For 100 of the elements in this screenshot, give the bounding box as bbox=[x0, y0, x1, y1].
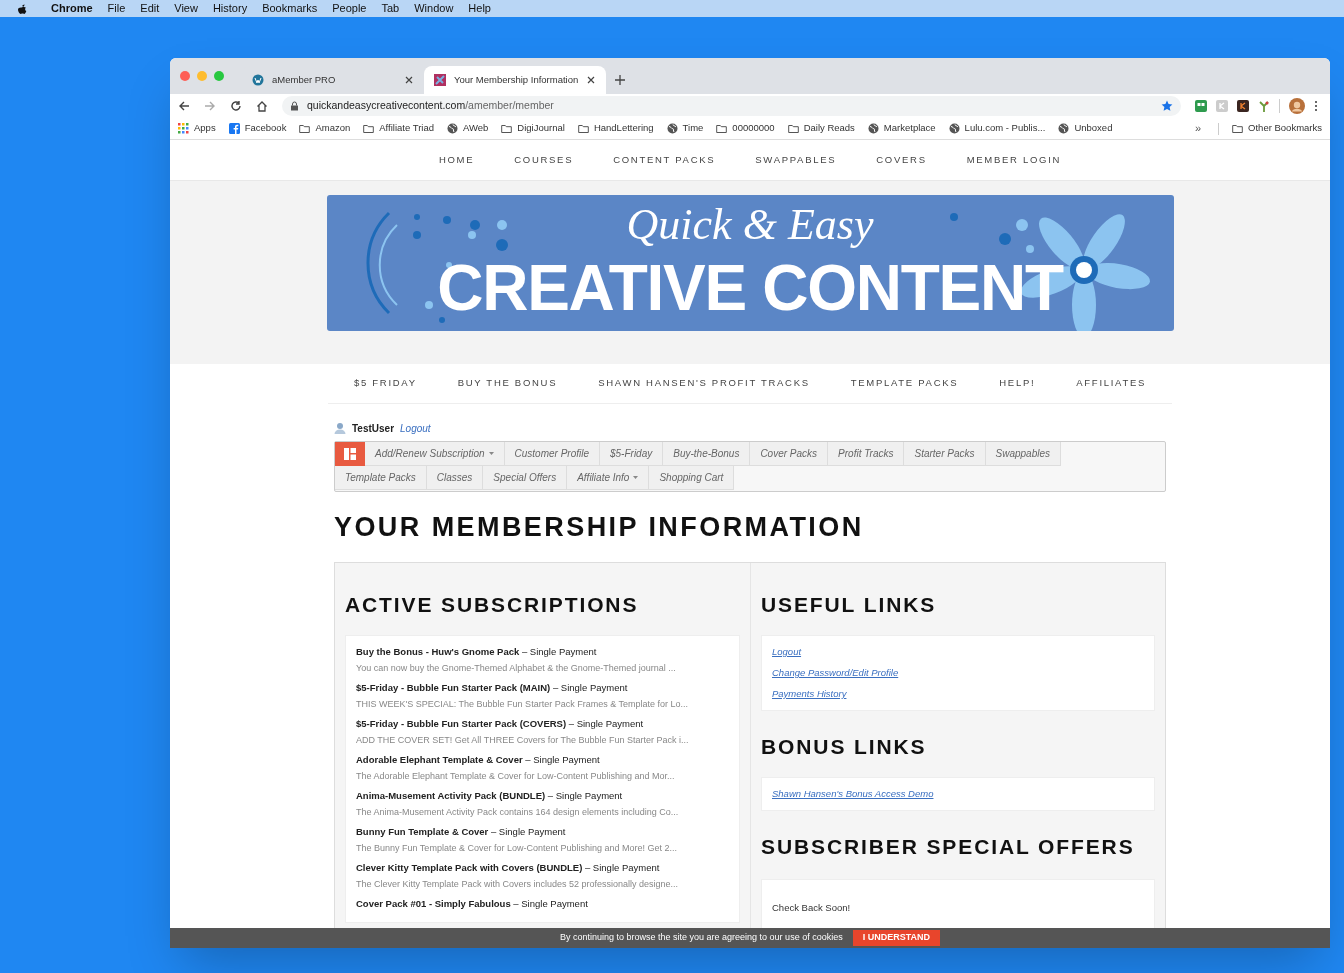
nav-link[interactable]: HELP! bbox=[999, 376, 1036, 391]
facebook-icon bbox=[228, 123, 240, 134]
menu-tab[interactable]: $5-Friday bbox=[600, 442, 664, 466]
menu-item[interactable]: Edit bbox=[140, 0, 160, 17]
menu-tab[interactable]: Profit Tracks bbox=[828, 442, 905, 466]
subscription-description: The Clever Kitty Template Pack with Covers includes 52 professionally designe... bbox=[356, 878, 679, 891]
back-icon[interactable] bbox=[178, 100, 190, 112]
section-title: SUBSCRIBER SPECIAL OFFERS bbox=[761, 834, 1136, 860]
link[interactable]: Logout bbox=[772, 644, 1144, 660]
nav-link[interactable]: COVERS bbox=[876, 152, 927, 168]
bookmark-item[interactable]: Other Bookmarks bbox=[1232, 121, 1322, 136]
browser-tab[interactable]: Your Membership Information bbox=[424, 66, 606, 94]
address-bar[interactable]: quickandeasycreativecontent.com/amember/member bbox=[282, 96, 1181, 116]
bookmark-item[interactable]: Time bbox=[666, 121, 704, 136]
avatar-icon[interactable] bbox=[1289, 98, 1305, 114]
tab-title: Your Membership Information bbox=[454, 72, 579, 87]
bookmark-item[interactable]: AWeb bbox=[447, 121, 489, 136]
menu-tab[interactable]: Classes bbox=[426, 466, 484, 490]
extension-icon[interactable] bbox=[1237, 100, 1249, 112]
folder-icon bbox=[299, 123, 311, 134]
site-favicon bbox=[434, 74, 446, 86]
bookmark-item[interactable]: Unboxed bbox=[1058, 121, 1113, 136]
folder-icon bbox=[363, 123, 375, 134]
nav-link[interactable]: SWAPPABLES bbox=[755, 152, 837, 168]
home-icon[interactable] bbox=[256, 100, 268, 112]
nav-link[interactable]: COURSES bbox=[514, 152, 574, 168]
menu-tab[interactable]: Customer Profile bbox=[504, 442, 600, 466]
nav-link[interactable]: SHAWN HANSEN'S PROFIT TRACKS bbox=[598, 376, 810, 391]
star-icon[interactable] bbox=[1161, 100, 1173, 112]
extension-icon[interactable] bbox=[1195, 100, 1207, 112]
bookmark-item[interactable]: DigiJournal bbox=[501, 121, 565, 136]
link[interactable]: Shawn Hansen's Bonus Access Demo bbox=[772, 786, 1144, 802]
nav-link[interactable]: TEMPLATE PACKS bbox=[850, 376, 959, 391]
menu-item[interactable]: Bookmarks bbox=[262, 0, 318, 17]
menu-tab[interactable]: Buy-the-Bonus bbox=[663, 442, 751, 466]
bookmark-item[interactable]: Apps bbox=[178, 121, 216, 136]
banner-title: CREATIVE CONTENT bbox=[437, 253, 1063, 323]
menu-icon[interactable] bbox=[1314, 100, 1318, 112]
link[interactable]: Change Password/Edit Profile bbox=[772, 665, 1144, 681]
grid-icon bbox=[344, 448, 356, 460]
logout-link[interactable]: Logout bbox=[400, 420, 431, 436]
menu-item[interactable]: People bbox=[332, 0, 367, 17]
subscription-title: $5-Friday - Bubble Fun Starter Pack (MAIN) – Single Payment bbox=[356, 681, 629, 695]
menu-item[interactable]: File bbox=[107, 0, 126, 17]
nav-link[interactable]: AFFILIATES bbox=[1076, 376, 1147, 391]
wordpress-icon bbox=[252, 74, 264, 86]
nav-link[interactable]: HOME bbox=[438, 152, 475, 168]
bookmark-item[interactable]: Facebook bbox=[228, 121, 287, 136]
tab-title: aMember PRO bbox=[272, 72, 337, 87]
folder-icon bbox=[577, 123, 589, 134]
section-title: ACTIVE SUBSCRIPTIONS bbox=[345, 592, 640, 618]
menu-tab[interactable]: Special Offers bbox=[483, 466, 568, 490]
subscription-description: The Adorable Elephant Template & Cover for Low-Content Publishing and Mor... bbox=[356, 770, 676, 783]
folder-icon bbox=[787, 123, 799, 134]
overflow-chevron[interactable]: » bbox=[1194, 120, 1202, 137]
subscription-description: The Bunny Fun Template & Cover for Low-Content Publishing and More! Get 2... bbox=[356, 842, 678, 855]
link[interactable]: Payments History bbox=[772, 686, 1144, 702]
menu-item[interactable]: Tab bbox=[381, 0, 400, 17]
bookmark-item[interactable]: Daily Reads bbox=[787, 121, 855, 136]
subscription-title: Cover Pack #01 - Simply Fabulous – Single Payment bbox=[356, 897, 589, 911]
menu-tab[interactable]: Swappables bbox=[985, 442, 1061, 466]
bookmark-item[interactable]: HandLettering bbox=[577, 121, 654, 136]
bookmark-item[interactable]: Lulu.com - Publis... bbox=[948, 121, 1046, 136]
menu-tab[interactable]: Affiliate Info bbox=[567, 466, 650, 490]
menu-item[interactable]: Chrome bbox=[51, 0, 93, 17]
menu-item[interactable]: View bbox=[174, 0, 198, 17]
globe-icon bbox=[948, 123, 960, 134]
menu-item[interactable]: History bbox=[212, 0, 248, 17]
username: TestUser bbox=[352, 421, 395, 436]
reload-icon[interactable] bbox=[230, 100, 242, 112]
bookmark-item[interactable]: 00000000 bbox=[716, 121, 775, 136]
folder-icon bbox=[501, 123, 513, 134]
menu-toggle[interactable] bbox=[335, 442, 365, 466]
forward-icon[interactable] bbox=[204, 100, 216, 112]
subscription-description: You can now buy the Gnome-Themed Alphabet & the Gnome-Themed journal ... bbox=[356, 662, 677, 675]
section-title: BONUS LINKS bbox=[761, 734, 928, 760]
menu-tab[interactable]: Shopping Cart bbox=[649, 466, 735, 490]
nav-link[interactable]: CONTENT PACKS bbox=[613, 152, 716, 168]
subscription-title: $5-Friday - Bubble Fun Starter Pack (COVERS) – Single Payment bbox=[356, 717, 645, 731]
bookmark-item[interactable]: Marketplace bbox=[867, 121, 936, 136]
subscription-description: ADD THE COVER SET! Get All THREE Covers for The Bubble Fun Starter Pack i... bbox=[356, 734, 690, 747]
new-tab-icon[interactable] bbox=[614, 74, 626, 86]
menu-tab[interactable]: Add/Renew Subscription bbox=[365, 442, 505, 466]
bookmark-item[interactable]: Amazon bbox=[299, 121, 351, 136]
menu-tab[interactable]: Cover Packs bbox=[750, 442, 829, 466]
section-title: USEFUL LINKS bbox=[761, 592, 938, 618]
close-icon bbox=[404, 75, 414, 85]
nav-link[interactable]: $5 FRIDAY bbox=[353, 376, 417, 391]
subscription-title: Bunny Fun Template & Cover – Single Payment bbox=[356, 825, 567, 839]
extension-icon[interactable] bbox=[1258, 100, 1270, 112]
menu-tab[interactable]: Starter Packs bbox=[904, 442, 986, 466]
accept-button[interactable]: I UNDERSTAND bbox=[852, 930, 940, 946]
menu-tab[interactable]: Template Packs bbox=[335, 466, 427, 490]
menu-item[interactable]: Help bbox=[468, 0, 491, 17]
globe-icon bbox=[1058, 123, 1070, 134]
menu-item[interactable]: Window bbox=[414, 0, 454, 17]
nav-link[interactable]: BUY THE BONUS bbox=[457, 376, 558, 391]
nav-link[interactable]: MEMBER LOGIN bbox=[966, 152, 1062, 168]
bookmark-item[interactable]: Affiliate Triad bbox=[363, 121, 434, 136]
caret-icon bbox=[488, 452, 494, 455]
